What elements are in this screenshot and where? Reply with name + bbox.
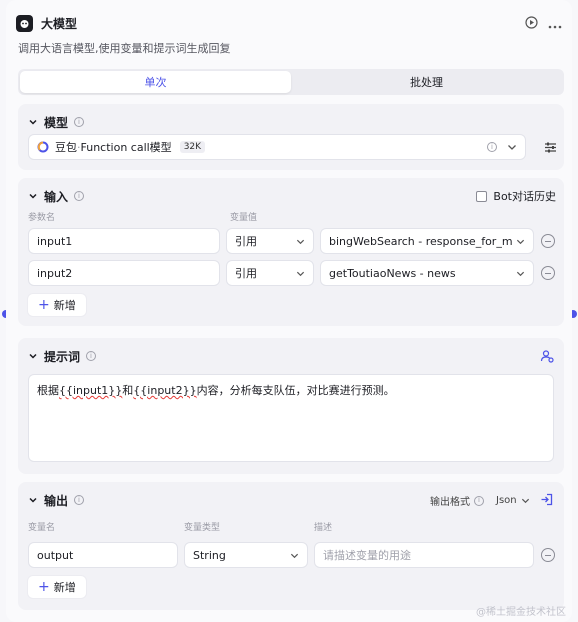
history-checkbox[interactable] [476, 190, 488, 202]
model-section: 模型 i 豆包 · Function call模型 32K i [18, 104, 564, 170]
variable-reference-select[interactable]: getToutiaoNews - news [320, 260, 534, 286]
value-mode-select[interactable]: 引用 [226, 228, 314, 254]
remove-row-icon[interactable] [541, 548, 555, 562]
run-icon[interactable] [525, 14, 538, 33]
add-input-button[interactable]: + 新增 [28, 294, 86, 316]
format-info-icon[interactable]: i [474, 495, 484, 506]
description-placeholder: 请描述变量的用途 [323, 549, 411, 562]
param-name-input[interactable]: input1 [28, 228, 220, 254]
info-icon[interactable]: i [74, 495, 85, 505]
model-select[interactable]: 豆包 · Function call模型 32K i [28, 134, 526, 160]
add-output-button[interactable]: + 新增 [28, 576, 86, 598]
node-panel: 大模型 调用大语言模型,使用变量和提示词生成回复 单次 批处理 模型 i 豆包 … [0, 0, 578, 622]
value-mode-label: 引用 [235, 235, 257, 248]
collapse-chevron-icon[interactable] [28, 495, 38, 505]
prompt-variable: {{input2}} [133, 384, 197, 397]
col-desc-label: 描述 [314, 523, 333, 533]
collapse-chevron-icon[interactable] [28, 117, 38, 127]
col-value-label: 变量值 [230, 213, 258, 223]
model-info-icon[interactable]: i [487, 142, 497, 152]
doubao-logo-icon [37, 141, 49, 153]
col-name-label: 变量名 [28, 523, 56, 533]
collapse-chevron-icon[interactable] [28, 351, 38, 361]
output-description-input[interactable]: 请描述变量的用途 [314, 542, 534, 568]
llm-node-card: 大模型 调用大语言模型,使用变量和提示词生成回复 单次 批处理 模型 i 豆包 … [6, 0, 572, 622]
chevron-down-icon [521, 498, 529, 504]
format-select[interactable]: Json [496, 495, 530, 506]
collapse-chevron-icon[interactable] [28, 191, 38, 201]
tab-batch[interactable]: 批处理 [291, 71, 562, 93]
watermark: @稀土掘金技术社区 [476, 607, 566, 618]
bot-history-toggle[interactable]: Bot对话历史 [476, 188, 556, 204]
chevron-down-icon [516, 271, 525, 276]
prompt-variable: {{input1}} [59, 384, 123, 397]
input-section: 输入 i Bot对话历史 参数名 变量值 input1 引用 bingWebSe… [18, 178, 564, 326]
prompt-editor[interactable]: 根据{{input1}}和{{input2}}内容，分析每支队伍，对比赛进行预测… [28, 374, 554, 462]
info-icon[interactable]: i [86, 351, 97, 361]
section-title: 提示词 [44, 349, 81, 364]
format-value: Json [496, 495, 517, 506]
history-label: Bot对话历史 [493, 190, 556, 203]
col-type-label: 变量类型 [184, 523, 221, 533]
add-output-label: 新增 [53, 581, 76, 594]
output-format: 输出格式 i Json [430, 493, 530, 508]
output-section: 输出 i 输出格式 i Json 变量名 变量类型 描述 output Stri… [18, 482, 564, 610]
info-icon[interactable]: i [74, 117, 85, 127]
variable-reference-label: bingWebSearch - response_for_m... [329, 234, 512, 248]
format-label: 输出格式 [430, 497, 470, 508]
remove-row-icon[interactable] [541, 234, 555, 248]
prompt-library-icon[interactable] [540, 349, 554, 363]
output-type-label: String [193, 548, 226, 562]
import-icon[interactable] [540, 493, 553, 506]
chevron-down-icon [296, 239, 305, 244]
col-param-label: 参数名 [28, 213, 56, 223]
chevron-down-icon [290, 553, 299, 558]
llm-logo-icon [16, 14, 33, 32]
param-name-input[interactable]: input2 [28, 260, 220, 286]
mode-tabs: 单次 批处理 [18, 69, 564, 95]
settings-sliders-icon[interactable] [544, 141, 557, 154]
chevron-down-icon [508, 145, 516, 150]
add-input-label: 新增 [53, 299, 76, 312]
chevron-down-icon [516, 239, 525, 244]
info-icon[interactable]: i [74, 191, 85, 201]
tab-single[interactable]: 单次 [20, 71, 291, 93]
context-badge: 32K [179, 141, 206, 153]
remove-row-icon[interactable] [541, 266, 555, 280]
node-title: 大模型 [41, 16, 78, 31]
model-name: Function call模型 [80, 141, 172, 154]
plus-icon: + [38, 297, 50, 313]
output-name-input[interactable]: output [28, 542, 178, 568]
plus-icon: + [38, 579, 50, 595]
section-title: 模型 [44, 115, 69, 130]
prompt-text: 根据 [37, 384, 59, 397]
output-type-select[interactable]: String [184, 542, 308, 568]
section-title: 输出 [44, 493, 69, 508]
prompt-text: 内容，分析每支队伍，对比赛进行预测。 [196, 384, 395, 397]
node-description: 调用大语言模型,使用变量和提示词生成回复 [18, 42, 231, 55]
variable-reference-select[interactable]: bingWebSearch - response_for_m... [320, 228, 534, 254]
value-mode-select[interactable]: 引用 [226, 260, 314, 286]
chevron-down-icon [296, 271, 305, 276]
node-header: 大模型 [16, 10, 562, 36]
more-icon[interactable] [548, 14, 562, 33]
section-title: 输入 [44, 189, 69, 204]
variable-reference-label: getToutiaoNews - news [329, 266, 456, 280]
prompt-text: 和 [122, 384, 134, 397]
value-mode-label: 引用 [235, 267, 257, 280]
model-provider: 豆包 [55, 141, 77, 154]
prompt-section: 提示词 i 根据{{input1}}和{{input2}}内容，分析每支队伍，对… [18, 338, 564, 474]
